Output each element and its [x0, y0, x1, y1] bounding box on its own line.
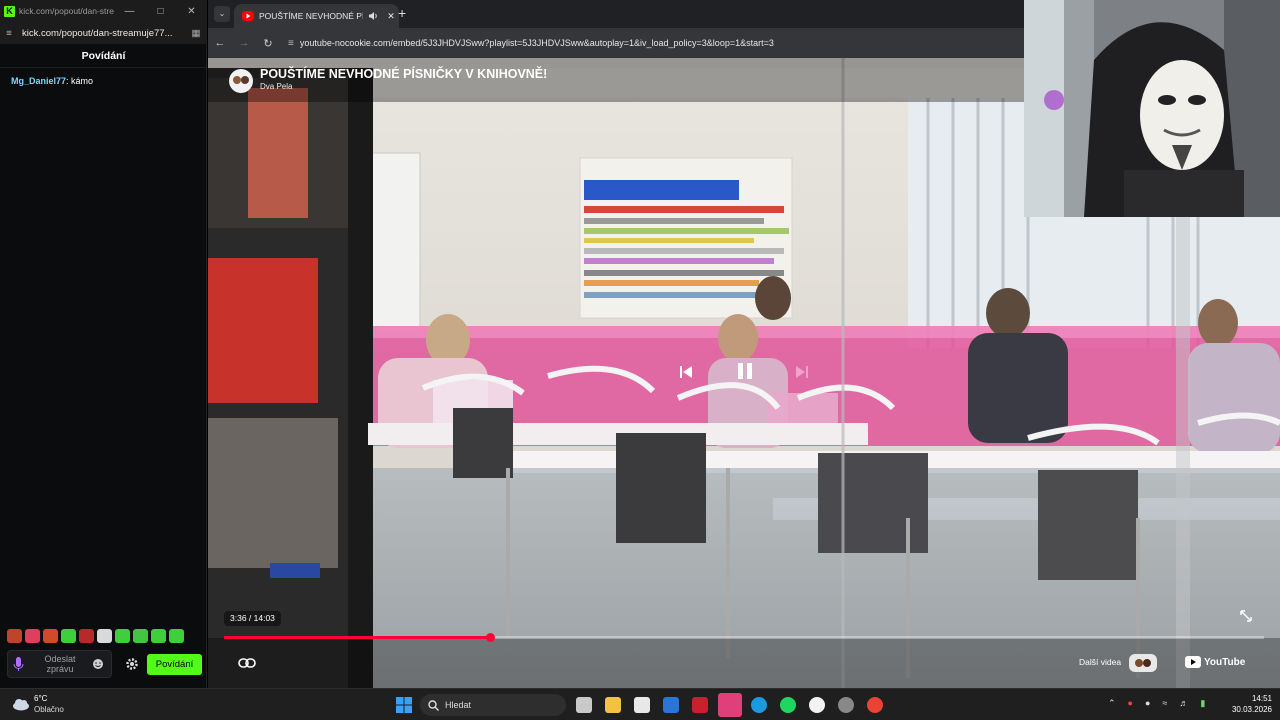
chat-input-placeholder: Odeslat zprávu: [44, 654, 76, 674]
translate-icon[interactable]: ▦: [185, 28, 207, 39]
address-bar[interactable]: youtube-nocookie.com/embed/5J3JHDVJSww?p…: [300, 38, 774, 48]
speaker-icon[interactable]: [368, 11, 378, 21]
microphone-icon[interactable]: [8, 654, 30, 674]
emote-icon[interactable]: [25, 629, 40, 643]
youtube-favicon-icon: [242, 11, 254, 21]
gear-icon[interactable]: [125, 657, 139, 671]
emote-icon[interactable]: [61, 629, 76, 643]
kick-urlbar: ≡ kick.com/popout/dan-streamuje77... ▦: [0, 22, 207, 44]
webcam-image: [1024, 0, 1280, 217]
app-pink-icon[interactable]: [718, 693, 742, 717]
volume-icon[interactable]: ♬: [1179, 698, 1188, 709]
store-icon[interactable]: [634, 697, 650, 713]
tab-strip: ⌄ POUŠTÍME NEVHODNÉ PÍSNI ✕ +: [208, 0, 1024, 28]
clock-time[interactable]: 14:51: [1232, 694, 1272, 703]
kick-logo-icon: K: [4, 5, 15, 17]
emote-icon[interactable]: [115, 629, 130, 643]
next-icon[interactable]: [794, 364, 810, 380]
link-icon[interactable]: [238, 656, 256, 670]
tab-youtube[interactable]: POUŠTÍME NEVHODNÉ PÍSNI ✕: [234, 4, 399, 28]
video-title[interactable]: POUŠTÍME NEVHODNÉ PÍSNIČKY V KNIHOVNĚ!: [260, 67, 547, 81]
system-tray[interactable]: ⌃ ● ● ≈ ♬ ▮: [1108, 698, 1205, 709]
tray-app-icon[interactable]: ●: [1128, 698, 1133, 709]
emote-icon[interactable]: [7, 629, 22, 643]
edge-icon[interactable]: [751, 697, 767, 713]
kick-url[interactable]: kick.com/popout/dan-streamuje77...: [18, 28, 185, 39]
forward-button[interactable]: →: [232, 37, 256, 49]
search-icon: [428, 699, 439, 711]
progress-played: [224, 636, 491, 639]
tab-title: POUŠTÍME NEVHODNÉ PÍSNI: [259, 11, 363, 21]
time-display: 3:36 / 14:03: [224, 611, 281, 626]
chat-header: Povídání: [0, 44, 207, 68]
app-icon[interactable]: [663, 697, 679, 713]
emote-icon[interactable]: [79, 629, 94, 643]
emote-icon[interactable]: [151, 629, 166, 643]
weather-desc[interactable]: Oblačno: [34, 705, 64, 714]
chrome-icon[interactable]: [867, 697, 883, 713]
tab-search-button[interactable]: ⌄: [214, 6, 230, 22]
spotify-icon[interactable]: [780, 697, 796, 713]
obs-icon[interactable]: [809, 697, 825, 713]
kick-titlebar: K kick.com/popout/dan-stre... — □ ✕: [0, 0, 207, 22]
tab-close-icon[interactable]: ✕: [383, 11, 399, 22]
kick-window-title: kick.com/popout/dan-stre...: [19, 6, 114, 16]
progress-track[interactable]: [224, 636, 1264, 639]
weather-temp[interactable]: 6°C: [34, 694, 47, 703]
battery-icon[interactable]: ▮: [1200, 698, 1205, 709]
reload-button[interactable]: ↻: [256, 37, 280, 50]
previous-icon[interactable]: [678, 364, 694, 380]
windows-start-icon[interactable]: [396, 697, 412, 713]
emote-icon[interactable]: [133, 629, 148, 643]
chat-input[interactable]: Odeslat zprávu: [7, 650, 112, 678]
youtube-logo[interactable]: YouTube: [1185, 656, 1245, 668]
close-button[interactable]: ✕: [176, 6, 207, 17]
mcafee-icon[interactable]: [692, 697, 708, 713]
site-info-icon[interactable]: ≡: [288, 38, 294, 49]
youtube-logo-icon: [1185, 656, 1201, 668]
channel-avatar[interactable]: [228, 68, 254, 94]
pause-icon[interactable]: [734, 360, 756, 382]
fullscreen-icon[interactable]: [1238, 608, 1254, 624]
kick-chat-window: K kick.com/popout/dan-stre... — □ ✕ ≡ ki…: [0, 0, 207, 688]
send-chat-button[interactable]: Povídání: [147, 654, 202, 675]
cloud-icon: [13, 699, 29, 711]
minimize-button[interactable]: —: [114, 6, 145, 17]
browser-toolbar: ← → ↻ ≡ youtube-nocookie.com/embed/5J3JH…: [208, 28, 1024, 58]
wifi-icon[interactable]: ≈: [1162, 698, 1167, 709]
chat-username[interactable]: Mg_Daniel77: [11, 76, 66, 86]
windows-taskbar: 6°C Oblačno Hledat ⌃ ● ● ≈ ♬ ▮ 14:51 30.…: [0, 688, 1280, 720]
maximize-button[interactable]: □: [145, 6, 176, 17]
chat-text: kámo: [68, 76, 94, 86]
app-icon-2[interactable]: [838, 697, 854, 713]
microphone-tray-icon[interactable]: ●: [1145, 698, 1150, 709]
emote-icon[interactable]: [169, 629, 184, 643]
chevron-up-icon[interactable]: ⌃: [1108, 698, 1116, 709]
more-videos-label[interactable]: Další videa: [1079, 657, 1121, 667]
clock-date[interactable]: 30.03.2026: [1222, 705, 1272, 714]
emote-icon[interactable]: [43, 629, 58, 643]
file-explorer-icon[interactable]: [605, 697, 621, 713]
emoji-icon[interactable]: [90, 656, 106, 672]
site-settings-icon[interactable]: ≡: [0, 28, 18, 39]
more-videos-thumbnail[interactable]: [1129, 654, 1157, 672]
emote-bar: [7, 629, 184, 643]
taskbar-search[interactable]: Hledat: [420, 694, 566, 716]
emote-icon[interactable]: [97, 629, 112, 643]
channel-name[interactable]: Dva Pela: [260, 82, 292, 91]
webcam-overlay: [1024, 0, 1280, 217]
chat-message: Mg_Daniel77: kámo: [11, 76, 94, 86]
new-tab-button[interactable]: +: [398, 5, 406, 21]
back-button[interactable]: ←: [208, 37, 232, 49]
task-view-icon[interactable]: [576, 697, 592, 713]
